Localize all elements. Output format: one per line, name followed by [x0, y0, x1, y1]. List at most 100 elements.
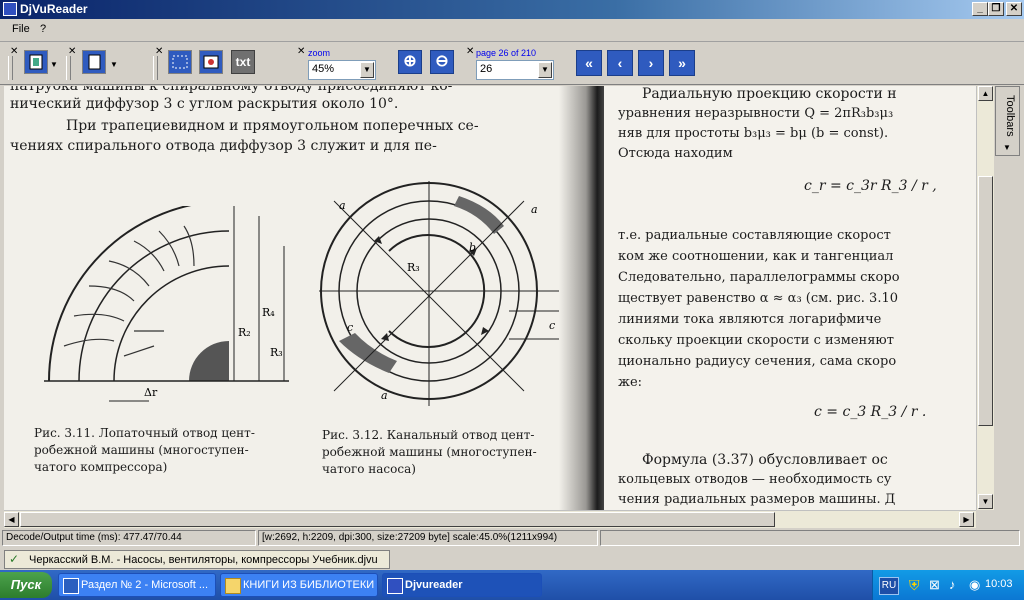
- label-r4: R₄: [262, 306, 275, 319]
- scroll-up-icon[interactable]: ▲: [978, 86, 993, 101]
- band-grip[interactable]: [66, 56, 71, 80]
- menu-file[interactable]: File: [12, 23, 30, 35]
- select-icon: [172, 55, 188, 69]
- zoom-out-icon: ⊖: [435, 53, 449, 70]
- text-line: Отсюда находим: [618, 146, 733, 161]
- text-line: Формула (3.37) обусловливает ос: [642, 452, 888, 468]
- chevron-down-icon[interactable]: ▼: [1003, 143, 1011, 152]
- start-button[interactable]: Пуск: [0, 572, 52, 598]
- text-line: скольку проекции скорости c изменяют: [618, 333, 894, 348]
- figure-3-12: a a a b c c R₃: [319, 181, 564, 406]
- text-line: чениях спирального отвода диффузор 3 слу…: [10, 138, 437, 154]
- language-indicator[interactable]: RU: [879, 577, 899, 595]
- label-a2: a: [531, 203, 538, 216]
- menu-help[interactable]: ?: [40, 23, 46, 35]
- formula-c: c = c_3 R_3 / r .: [814, 404, 927, 420]
- taskbar-word-label: Раздел № 2 - Microsoft ...: [81, 579, 209, 591]
- toolbars-tab[interactable]: Toolbars ▼: [995, 86, 1020, 156]
- status-empty: [600, 530, 1020, 546]
- label-dr: Δr: [144, 386, 158, 399]
- taskbar-folder[interactable]: КНИГИ ИЗ БИБЛИОТЕКИ: [220, 573, 378, 597]
- zoom-label: zoom: [308, 48, 331, 58]
- last-page-button[interactable]: »: [669, 50, 695, 76]
- scroll-thumb[interactable]: [20, 512, 775, 527]
- zoom-out-button[interactable]: ⊖: [430, 50, 454, 74]
- decode-time: Decode/Output time (ms): 477.47/70.44: [2, 530, 256, 546]
- shield-icon[interactable]: ⛨: [909, 577, 920, 594]
- text-line: Радиальную проекцию скорости н: [642, 86, 897, 102]
- image-mode-button[interactable]: [199, 50, 223, 74]
- figure-3-11: R₂ R₄ R₃ Δr: [44, 206, 289, 402]
- close-band-icon[interactable]: ✕: [466, 46, 474, 57]
- chevron-down-icon[interactable]: ▼: [538, 62, 552, 78]
- layout-button[interactable]: [24, 50, 48, 74]
- text-line: няв для простоты b₃μ₃ = bμ (b = const).: [618, 126, 889, 141]
- band-grip[interactable]: [153, 56, 158, 80]
- close-band-icon[interactable]: ✕: [297, 46, 305, 57]
- text-line: ционально радиусу сечения, сама скоро: [618, 354, 897, 369]
- label-r3: R₃: [270, 346, 283, 359]
- toolbars-tab-label: Toolbars: [1004, 95, 1016, 137]
- file-tab[interactable]: ✓ Черкасский В.М. - Насосы, вентиляторы,…: [4, 550, 390, 569]
- mute-icon[interactable]: ◉: [969, 577, 980, 593]
- system-tray: RU ⛨ ⊠ ♪ ◉ 10:03: [872, 570, 1024, 600]
- check-icon: ✓: [9, 552, 20, 566]
- caption-line: робежной машины (многоступен-: [322, 445, 537, 459]
- clock[interactable]: 10:03: [985, 578, 1013, 590]
- minimize-button[interactable]: _: [972, 2, 988, 16]
- scroll-thumb[interactable]: [978, 176, 993, 426]
- label-c2: c: [347, 321, 353, 334]
- taskbar-djvureader-label: Djvureader: [405, 579, 463, 591]
- text-line: патрубка машины к спиральному отводу при…: [10, 86, 453, 94]
- page-right: Радиальную проекцию скорости н уравнения…: [604, 86, 976, 510]
- label-c1: c: [549, 319, 555, 332]
- app-icon: [3, 2, 17, 16]
- text-line: же:: [618, 375, 643, 390]
- next-page-button[interactable]: ›: [638, 50, 664, 76]
- label-r3: R₃: [407, 261, 420, 274]
- network-icon[interactable]: ⊠: [929, 577, 940, 593]
- taskbar-word[interactable]: Раздел № 2 - Microsoft ...: [58, 573, 216, 597]
- prev-page-button[interactable]: ‹: [607, 50, 633, 76]
- taskbar: Пуск Раздел № 2 - Microsoft ... КНИГИ ИЗ…: [0, 570, 1024, 600]
- layout-dropdown-icon[interactable]: ▼: [50, 60, 58, 69]
- chevron-down-icon[interactable]: ▼: [360, 62, 374, 78]
- page-view-dropdown-icon[interactable]: ▼: [110, 60, 118, 69]
- text-mode-button[interactable]: txt: [231, 50, 255, 74]
- band-grip[interactable]: [8, 56, 13, 80]
- text-line: уравнения неразрывности Q = 2πR₃b₃μ₃: [618, 106, 894, 121]
- select-area-button[interactable]: [168, 50, 192, 74]
- zoom-combo[interactable]: 45% ▼: [308, 60, 376, 80]
- layout-icon: [29, 54, 43, 70]
- first-page-button[interactable]: «: [576, 50, 602, 76]
- folder-icon: [225, 578, 241, 594]
- vertical-scrollbar[interactable]: ▲ ▼: [976, 86, 994, 510]
- taskbar-djvureader[interactable]: Djvureader: [382, 573, 542, 597]
- text-line: нический диффузор 3 с углом раскрытия ок…: [10, 96, 399, 112]
- scroll-left-icon[interactable]: ◀: [4, 512, 19, 527]
- document-view[interactable]: патрубка машины к спиральному отводу при…: [4, 86, 976, 510]
- horizontal-scrollbar[interactable]: ◀ ▶: [4, 510, 976, 528]
- page-combo[interactable]: 26 ▼: [476, 60, 554, 80]
- text-line: чения радиальных размеров машины. Д: [618, 492, 896, 507]
- menu-bar: File ?: [0, 19, 1024, 42]
- status-bar: Decode/Output time (ms): 477.47/70.44 [w…: [0, 528, 1024, 548]
- page-label: page 26 of 210: [476, 48, 537, 58]
- close-button[interactable]: ✕: [1006, 2, 1022, 16]
- djvu-icon: [387, 578, 403, 594]
- maximize-button[interactable]: ❐: [988, 2, 1004, 16]
- page-icon: [88, 54, 101, 70]
- file-tab-label: Черкасский В.М. - Насосы, вентиляторы, к…: [29, 554, 378, 566]
- scroll-right-icon[interactable]: ▶: [959, 512, 974, 527]
- volume-icon[interactable]: ♪: [949, 577, 956, 592]
- scroll-down-icon[interactable]: ▼: [978, 494, 993, 509]
- zoom-in-icon: ⊕: [403, 53, 417, 70]
- taskbar-folder-label: КНИГИ ИЗ БИБЛИОТЕКИ: [243, 579, 375, 591]
- image-icon: [203, 55, 219, 69]
- zoom-in-button[interactable]: ⊕: [398, 50, 422, 74]
- toolbar: ✕ ▼ ✕ ▼ ✕ txt ✕ zoom 45% ▼ ⊕ ⊖ ✕ page 26…: [0, 42, 1024, 85]
- page-view-button[interactable]: [82, 50, 106, 74]
- title-bar: DjVuReader _ ❐ ✕: [0, 0, 1024, 19]
- caption-line: Рис. 3.12. Канальный отвод цент-: [322, 428, 535, 442]
- label-a3: a: [381, 389, 388, 402]
